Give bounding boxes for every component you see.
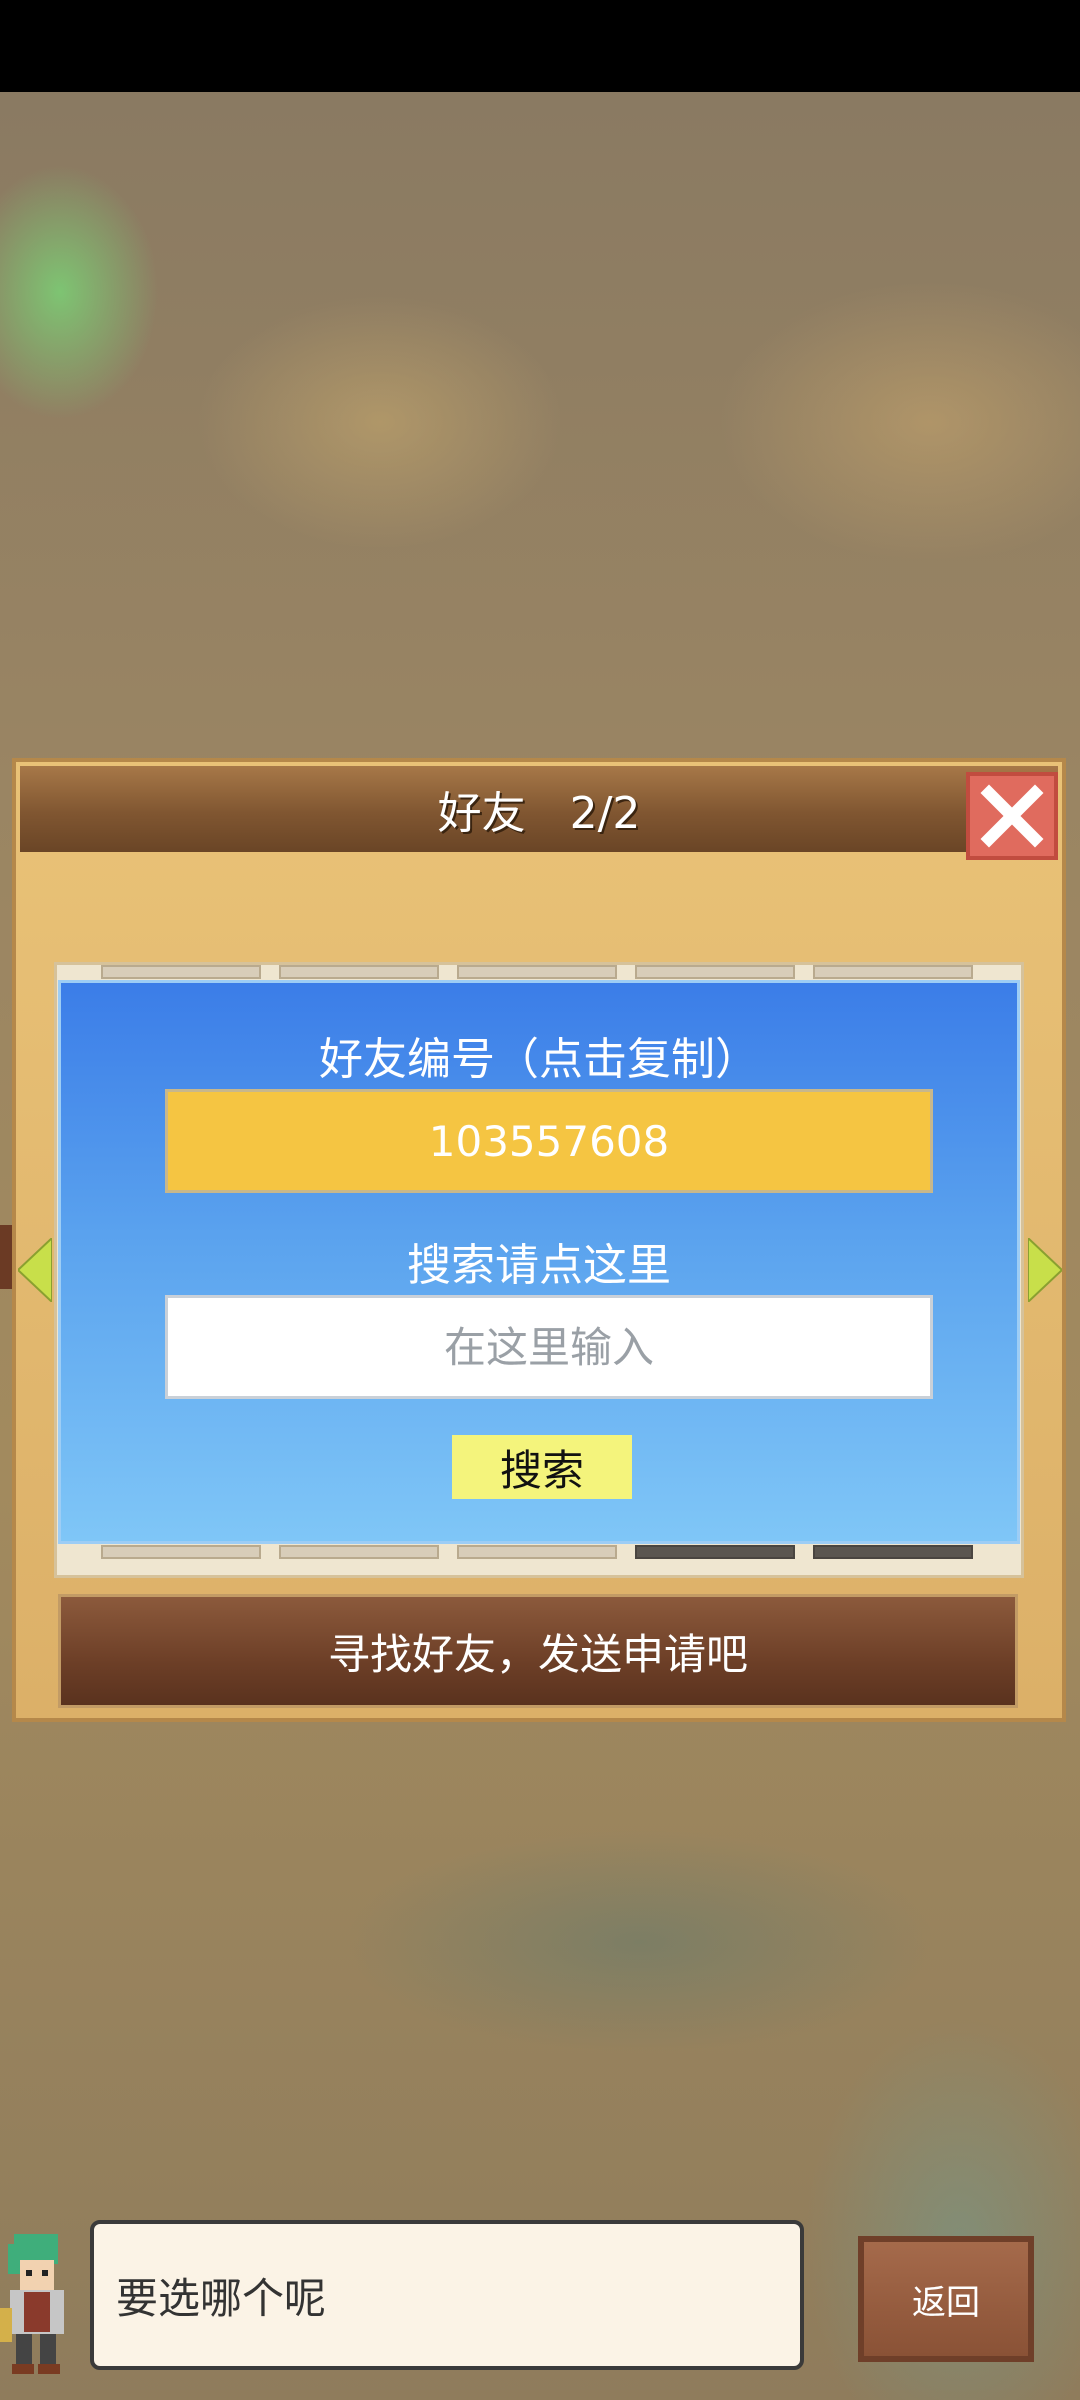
friend-card[interactable] [457, 1545, 617, 1559]
friend-card[interactable] [635, 1545, 795, 1559]
close-button[interactable] [966, 772, 1058, 860]
friend-code-label: 好友编号（点击复制） [319, 1034, 759, 1085]
status-bar [0, 0, 1080, 92]
friend-card[interactable] [457, 965, 617, 979]
friend-card[interactable] [279, 1545, 439, 1559]
speech-bubble: 要选哪个呢 [90, 2220, 804, 2370]
friend-code-box[interactable]: 103557608 [165, 1089, 933, 1193]
character-avatar-icon [0, 2234, 64, 2374]
back-button[interactable]: 返回 [858, 2236, 1034, 2362]
search-button[interactable]: 搜索 [452, 1435, 632, 1499]
friend-search-panel: 好友编号（点击复制） 103557608 搜索请点这里 搜索 [58, 980, 1020, 1544]
friend-card[interactable] [279, 965, 439, 979]
close-icon [980, 784, 1044, 848]
friend-card[interactable] [101, 965, 261, 979]
search-input[interactable] [165, 1295, 933, 1399]
search-label: 搜索请点这里 [407, 1240, 671, 1291]
find-friends-button[interactable]: 寻找好友，发送申请吧 [58, 1594, 1018, 1708]
dialog-header: 好友 2/2 [20, 766, 1058, 852]
friend-card[interactable] [813, 965, 973, 979]
speech-text: 要选哪个呢 [116, 2273, 327, 2323]
arrow-right-icon[interactable] [1028, 1238, 1062, 1302]
arrow-left-icon[interactable] [18, 1238, 52, 1302]
friend-card[interactable] [101, 1545, 261, 1559]
friend-card[interactable] [813, 1545, 973, 1559]
friend-card[interactable] [635, 965, 795, 979]
dialog-title: 好友 2/2 [437, 788, 641, 839]
